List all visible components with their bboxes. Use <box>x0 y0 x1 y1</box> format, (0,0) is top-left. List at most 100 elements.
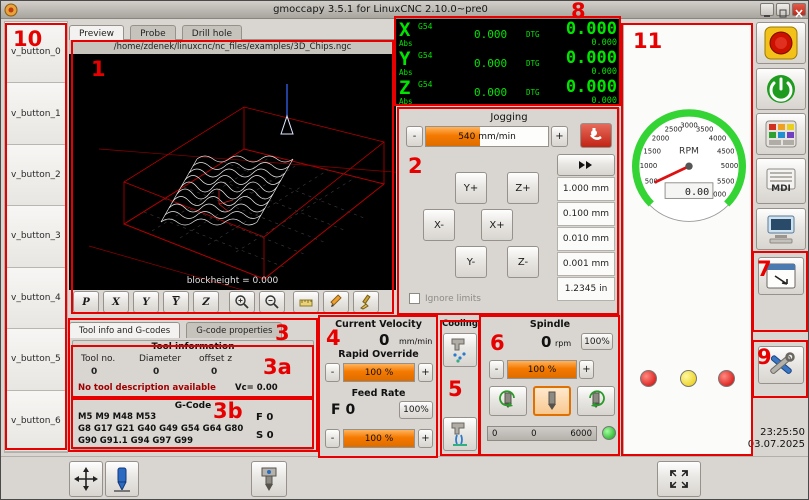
increment-inch[interactable]: 1.2345 in <box>557 277 615 301</box>
jog-speed-plus-button[interactable]: + <box>551 126 568 147</box>
rapid-plus-button[interactable]: + <box>418 363 433 382</box>
tab-probe[interactable]: Probe <box>130 25 176 41</box>
tab-tool-info[interactable]: Tool info and G-codes <box>69 322 180 338</box>
flood-button[interactable] <box>443 417 477 451</box>
jog-y-minus-button[interactable]: Y- <box>455 246 487 278</box>
view-z-button[interactable]: Z <box>193 291 219 313</box>
mist-button[interactable] <box>443 333 477 367</box>
window-mode-button[interactable] <box>758 257 804 295</box>
feed-100-button[interactable]: 100% <box>399 401 433 419</box>
brush-icon <box>358 294 374 310</box>
tab-preview[interactable]: Preview <box>69 25 124 41</box>
spindle-minus-button[interactable]: - <box>489 360 504 379</box>
fullscreen-button[interactable] <box>657 461 701 497</box>
gauge-tick-1500: 1500 <box>643 147 661 155</box>
sidebar-item-v-button-3[interactable]: v_button_3 <box>5 206 67 267</box>
jog-x-minus-button[interactable]: X- <box>423 209 455 241</box>
increment-0001mm[interactable]: 0.001 mm <box>557 252 615 276</box>
cooling-title: Cooling <box>441 319 479 329</box>
ignore-limits-checkbox[interactable]: Ignore limits <box>409 293 481 304</box>
sidebar-item-v-button-4[interactable]: v_button_4 <box>5 268 67 329</box>
zoom-out-icon <box>264 294 280 310</box>
sidebar-item-v-button-5[interactable]: v_button_5 <box>5 329 67 390</box>
spindle-100-button[interactable]: 100% <box>581 333 613 350</box>
gauge-tick-2000: 2000 <box>652 134 670 142</box>
mdi-button[interactable]: MDI <box>756 158 806 204</box>
dimensions-edit-button[interactable] <box>323 291 349 313</box>
view-z-label: Z <box>202 297 209 308</box>
jog-speed-bar[interactable]: 540 mm/min <box>425 126 549 147</box>
jog-z-plus-label: Z+ <box>515 183 530 194</box>
jog-z-plus-button[interactable]: Z+ <box>507 172 539 204</box>
sidebar-item-v-button-1[interactable]: v_button_1 <box>5 83 67 144</box>
dro-axis-y[interactable]: Y G54 Abs 0.000 DTG 0.000 0.000 <box>396 48 621 77</box>
app-icon <box>4 3 18 17</box>
zoom-in-button[interactable] <box>229 291 255 313</box>
close-button[interactable] <box>792 3 806 16</box>
view-y-button[interactable]: Y <box>133 291 159 313</box>
dro-axis-z[interactable]: Z G54 Abs 0.000 DTG 0.000 0.000 <box>396 77 621 106</box>
sidebar-item-v-button-6[interactable]: v_button_6 <box>5 391 67 452</box>
spindle-right-button[interactable] <box>577 386 615 416</box>
jog-y-plus-button[interactable]: Y+ <box>455 172 487 204</box>
spindle-stop-button[interactable] <box>533 386 571 416</box>
gauge-tick-4000: 4000 <box>709 134 727 142</box>
axis-x-main-value: 0.000 <box>566 19 617 39</box>
increment-001mm-label: 0.010 mm <box>563 234 609 244</box>
estop-button[interactable] <box>756 22 806 64</box>
scale-current: 0 <box>531 429 536 439</box>
tool-measure-button[interactable] <box>105 461 139 497</box>
increment-1mm[interactable]: 1.000 mm <box>557 177 615 201</box>
axis-z-main-value: 0.000 <box>566 77 617 97</box>
jog-x-plus-button[interactable]: X+ <box>481 209 513 241</box>
axis-z-abs-label: Abs <box>399 97 413 106</box>
rapid-minus-button[interactable]: - <box>325 363 340 382</box>
feed-minus-button[interactable]: - <box>325 429 340 448</box>
feed-rate-bar[interactable]: 100 % <box>343 429 415 448</box>
view-x-button[interactable]: X <box>103 291 129 313</box>
sidebar-item-v-button-2[interactable]: v_button_2 <box>5 145 67 206</box>
touch-off-button[interactable] <box>69 461 103 497</box>
plus-label: + <box>421 367 429 378</box>
view-p-button[interactable]: P <box>73 291 99 313</box>
clock-time: 23:25:50 <box>745 427 805 438</box>
spindle-left-button[interactable] <box>489 386 527 416</box>
computer-icon <box>765 214 797 244</box>
cooling-panel: Cooling <box>441 316 479 458</box>
jog-continuous-button[interactable] <box>557 154 615 176</box>
tool-dimensions-button[interactable] <box>293 291 319 313</box>
rapid-override-bar[interactable]: 100 % <box>343 363 415 382</box>
zoom-out-button[interactable] <box>259 291 285 313</box>
settings-keyboard-button[interactable] <box>756 113 806 155</box>
settings-tools-button[interactable] <box>758 346 804 384</box>
maximize-button[interactable] <box>776 3 790 16</box>
jog-x-minus-label: X- <box>434 220 444 231</box>
dro-axis-x[interactable]: X G54 Abs 0.000 DTG 0.000 0.000 <box>396 19 621 48</box>
feed-plus-button[interactable]: + <box>418 429 433 448</box>
tab-drill-hole[interactable]: Drill hole <box>182 25 242 41</box>
machine-on-button[interactable] <box>756 68 806 110</box>
offsets-button[interactable] <box>756 208 806 250</box>
tool-change-button[interactable] <box>251 461 287 497</box>
increment-01mm[interactable]: 0.100 mm <box>557 202 615 226</box>
gremlin-3d-view[interactable]: blockheight = 0.000 <box>69 54 396 290</box>
tool-info-panel: Tool info and G-codes G-code properties … <box>69 318 317 453</box>
jog-speed-minus-button[interactable]: - <box>406 126 423 147</box>
view-y2-button[interactable]: Y <box>163 291 189 313</box>
diameter-header: Diameter <box>139 354 181 364</box>
axis-z-dtg-label: DTG <box>526 88 540 97</box>
minimize-button[interactable] <box>760 3 774 16</box>
spindle-override-bar[interactable]: 100 % <box>507 360 577 379</box>
increment-001mm[interactable]: 0.010 mm <box>557 227 615 251</box>
blue-probe-icon <box>111 466 133 492</box>
jog-mode-button[interactable] <box>580 123 612 148</box>
jog-z-minus-button[interactable]: Z- <box>507 246 539 278</box>
tab-gcode-properties[interactable]: G-code properties <box>186 322 282 338</box>
spindle-plus-button[interactable]: + <box>579 360 594 379</box>
current-velocity-value: 0 <box>379 331 389 349</box>
sidebar-item-v-button-0[interactable]: v_button_0 <box>5 22 67 83</box>
clear-plot-button[interactable] <box>353 291 379 313</box>
zoom-in-icon <box>234 294 250 310</box>
dro-panel: X G54 Abs 0.000 DTG 0.000 0.000 Y G54 Ab… <box>396 19 621 106</box>
spindle-title: Spindle <box>481 319 619 330</box>
